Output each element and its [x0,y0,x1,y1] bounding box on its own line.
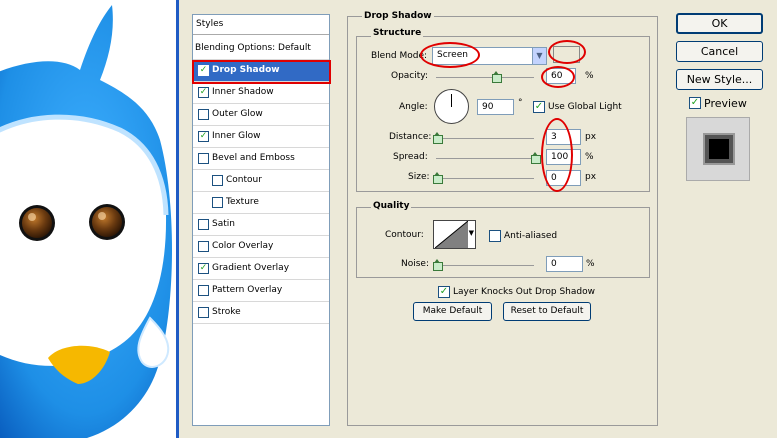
style-item-label: Inner Shadow [212,87,274,97]
style-item-pattern-overlay[interactable]: Pattern Overlay [193,280,329,302]
preview-label: Preview [704,97,747,110]
cancel-button[interactable]: Cancel [676,41,763,62]
ok-button[interactable]: OK [676,13,763,34]
make-default-button[interactable]: Make Default [413,302,492,321]
size-unit: px [585,172,597,182]
checkmark-icon: ✓ [439,286,449,297]
chevron-down-icon[interactable]: ▼ [469,229,474,237]
noise-slider-thumb[interactable] [433,259,443,271]
drop-shadow-title: Drop Shadow [362,11,434,22]
style-item-checkbox[interactable] [212,197,223,208]
styles-list-header: Styles [193,15,329,35]
style-item-bevel-and-emboss[interactable]: Bevel and Emboss [193,148,329,170]
noise-unit: % [586,259,595,269]
style-item-label: Contour [226,175,262,185]
annotation-ellipse [420,42,480,68]
distance-label: Distance: [389,132,432,142]
noise-slider-track[interactable] [436,265,534,266]
size-slider-track[interactable] [436,178,534,179]
angle-dial[interactable] [434,89,469,124]
style-item-label: Texture [226,197,259,207]
style-item-label: Gradient Overlay [212,263,290,273]
knockout-checkbox[interactable]: ✓ [438,286,450,298]
style-item-inner-shadow[interactable]: ✓ Inner Shadow [193,82,329,104]
quality-title: Quality [371,201,412,212]
image-canvas [0,0,176,438]
spread-unit: % [585,152,594,162]
style-item-checkbox[interactable] [212,175,223,186]
style-item-checkbox[interactable]: ✓ [198,87,209,98]
style-item-gradient-overlay[interactable]: ✓ Gradient Overlay [193,258,329,280]
chevron-down-icon[interactable]: ▼ [532,48,546,64]
checkmark-icon: ✓ [690,97,700,108]
preview-outer [703,133,735,165]
angle-unit: ° [518,98,523,108]
noise-label: Noise: [401,259,429,269]
size-label: Size: [408,172,430,182]
contour-picker[interactable]: ▼ [433,220,476,249]
style-item-checkbox[interactable] [198,109,209,120]
style-item-satin[interactable]: Satin [193,214,329,236]
style-item-contour[interactable]: Contour [193,170,329,192]
style-preview-thumbnail [686,117,750,181]
blend-mode-label: Blend Mode: [371,51,428,61]
opacity-unit: % [585,71,594,81]
contour-linear-icon [435,221,468,248]
bird-artwork [0,5,172,438]
style-item-label: Outer Glow [212,109,263,119]
style-item-texture[interactable]: Texture [193,192,329,214]
style-item-outer-glow[interactable]: Outer Glow [193,104,329,126]
annotation-ellipse [541,66,575,88]
style-item-checkbox[interactable] [198,153,209,164]
checkmark-icon: ✓ [534,101,544,112]
style-item-label: Inner Glow [212,131,261,141]
size-slider-thumb[interactable] [433,172,443,184]
angle-input[interactable]: 90 [477,99,514,115]
opacity-label: Opacity: [391,71,428,81]
style-item-label: Color Overlay [212,241,274,251]
style-item-checkbox[interactable]: ✓ [198,263,209,274]
noise-input[interactable]: 0 [546,256,583,272]
opacity-slider-thumb[interactable] [491,71,502,83]
knockout-label: Layer Knocks Out Drop Shadow [453,287,595,297]
spread-slider-track[interactable] [436,158,534,159]
distance-unit: px [585,132,597,142]
spread-label: Spread: [393,152,428,162]
style-item-color-overlay[interactable]: Color Overlay [193,236,329,258]
style-item-stroke[interactable]: Stroke [193,302,329,324]
annotation-ellipse [548,40,586,64]
new-style-button[interactable]: New Style... [676,69,763,90]
opacity-slider-track[interactable] [436,77,534,78]
preview-inner [709,139,729,159]
style-item-blending-options-default[interactable]: Blending Options: Default [193,38,329,60]
annotation-highlight-box [192,60,331,84]
reset-to-default-button[interactable]: Reset to Default [503,302,591,321]
style-item-label: Pattern Overlay [212,285,283,295]
style-item-checkbox[interactable] [198,219,209,230]
anti-aliased-checkbox[interactable] [489,230,501,242]
anti-aliased-label: Anti-aliased [504,231,558,241]
style-item-label: Bevel and Emboss [212,153,295,163]
annotation-ellipse [541,118,573,192]
preview-checkbox[interactable]: ✓ [689,97,701,109]
style-item-checkbox[interactable] [198,285,209,296]
distance-slider-track[interactable] [436,138,534,139]
style-item-label: Stroke [212,307,241,317]
style-item-checkbox[interactable] [198,241,209,252]
style-item-checkbox[interactable]: ✓ [198,131,209,142]
style-item-label: Blending Options: Default [195,43,311,53]
style-item-checkbox[interactable] [198,307,209,318]
distance-slider-thumb[interactable] [433,132,443,144]
style-item-label: Satin [212,219,235,229]
structure-title: Structure [371,28,424,39]
angle-dial-needle [451,94,452,107]
use-global-light-label: Use Global Light [548,102,622,112]
contour-label: Contour: [385,230,424,240]
spread-slider-thumb[interactable] [531,152,541,164]
use-global-light-checkbox[interactable]: ✓ [533,101,545,113]
style-item-inner-glow[interactable]: ✓ Inner Glow [193,126,329,148]
angle-label: Angle: [399,102,428,112]
